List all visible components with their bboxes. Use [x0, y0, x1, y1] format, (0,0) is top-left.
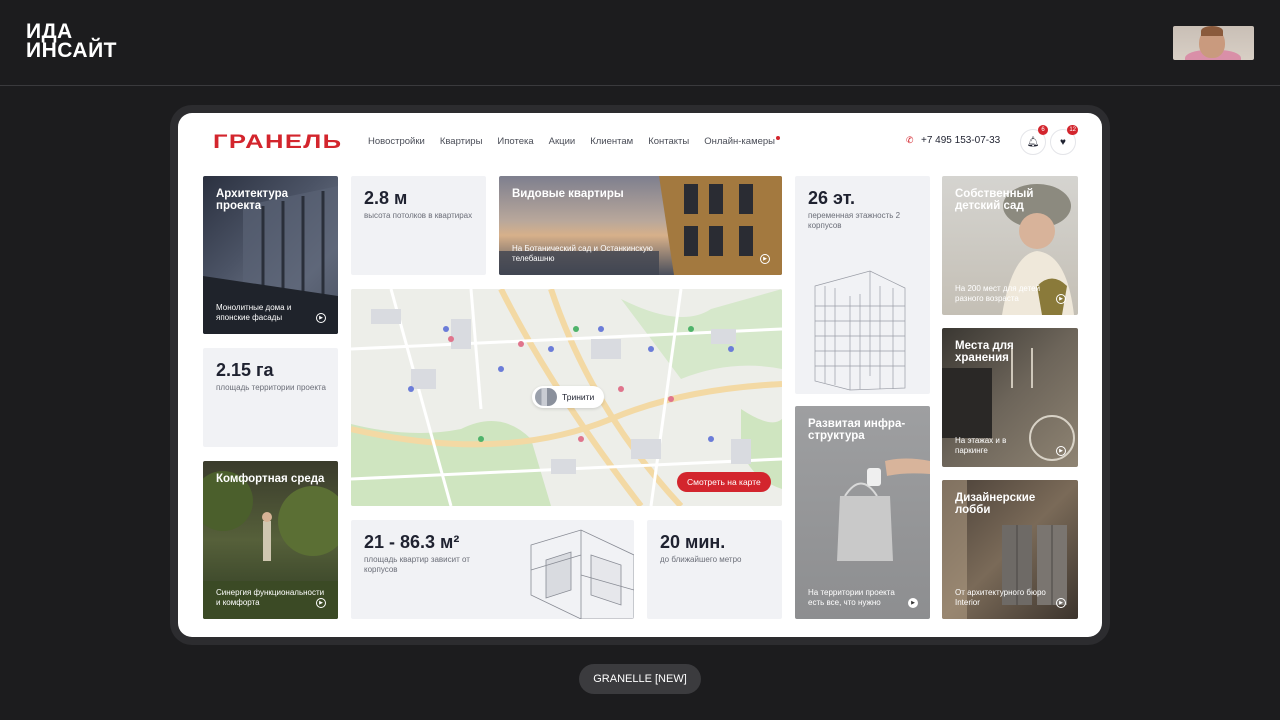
location-map[interactable]: Тринити Смотреть на карте — [351, 289, 782, 506]
stat-label: высота потолков в квартирах — [364, 211, 473, 220]
favorites-button[interactable]: ♥ 12 — [1050, 125, 1078, 155]
brand-line-2: ИНСАЙТ — [26, 39, 117, 62]
card-metro: 20 мин. до ближайшего метро — [647, 520, 782, 619]
website-screen: ГРАНЕЛЬ Новостройки Квартиры Ипотека Акц… — [178, 113, 1102, 637]
card-infrastructure[interactable]: Развитая инфра-структура На территории п… — [795, 406, 930, 619]
heart-icon: ♥ — [1060, 136, 1066, 148]
card-apartment-area: 21 - 86.3 м² площадь квартир зависит от … — [351, 520, 634, 619]
nav-item-online-cameras-label: Онлайн-камеры — [704, 136, 776, 147]
building-thumbnail — [535, 388, 557, 406]
card-architecture[interactable]: Архитектура проекта Монолитные дома и яп… — [203, 176, 338, 334]
play-icon[interactable]: ▶ — [1056, 598, 1066, 608]
nav-item-apartments[interactable]: Квартиры — [440, 136, 483, 147]
nav-item-new-buildings[interactable]: Новостройки — [368, 136, 425, 147]
nav-item-clients[interactable]: Клиентам — [590, 136, 633, 147]
view-on-map-button[interactable]: Смотреть на карте — [677, 472, 771, 492]
card-view-apartments[interactable]: Видовые квартиры На Ботанический сад и О… — [499, 176, 782, 275]
presentation-header: ИДА ИНСАЙТ — [0, 0, 1280, 86]
stat-value: 20 мин. — [660, 532, 726, 552]
play-icon[interactable]: ▶ — [316, 313, 326, 323]
play-icon[interactable]: ▶ — [1056, 446, 1066, 456]
stat-label: площадь территории проекта — [216, 383, 326, 392]
card-title: Комфортная среда — [216, 473, 325, 485]
card-subtitle: От архитектурного бюро Interior — [955, 588, 1046, 607]
notifications-button[interactable]: 🔔︎ 6 — [1020, 125, 1048, 155]
bell-icon: 🔔︎ — [1026, 136, 1040, 148]
stat-value: 2.15 га — [216, 360, 274, 380]
card-title: Развитая инфра-структура — [808, 418, 906, 442]
card-comfort[interactable]: Комфортная среда Синергия функциональнос… — [203, 461, 338, 619]
card-title: Видовые квартиры — [512, 188, 624, 200]
map-marker-label: Тринити — [562, 392, 595, 402]
phone-number: +7 495 153-07-33 — [921, 135, 1001, 146]
favorites-badge: 12 — [1067, 125, 1078, 135]
phone-icon: ✆ — [906, 135, 914, 145]
live-dot-icon — [776, 136, 781, 140]
card-territory-area: 2.15 га площадь территории проекта — [203, 348, 338, 447]
nav-item-online-cameras[interactable]: Онлайн-камеры — [704, 136, 781, 147]
stat-value: 2.8 м — [364, 188, 408, 208]
card-kindergarten[interactable]: Собственный детский сад На 200 мест для … — [942, 176, 1078, 315]
nav-item-mortgage[interactable]: Ипотека — [497, 136, 533, 147]
card-subtitle: На Ботанический сад и Останкинскую телеб… — [512, 244, 653, 263]
floorplan-sketch-image — [530, 529, 634, 619]
play-icon[interactable]: ▶ — [316, 598, 326, 608]
tower-sketch-image — [814, 270, 906, 391]
card-title: Собственный детский сад — [955, 188, 1034, 212]
slide-caption: GRANELLE [NEW] — [579, 664, 701, 694]
card-subtitle: Монолитные дома и японские фасады — [216, 303, 292, 322]
card-title: Места для хранения — [955, 340, 1014, 364]
presenter-hair — [1201, 26, 1223, 36]
site-logo[interactable]: ГРАНЕЛЬ — [213, 132, 342, 154]
card-subtitle: На 200 мест для детей разного возраста — [955, 284, 1041, 303]
presenter-brand-logo: ИДА ИНСАЙТ — [26, 21, 117, 62]
stat-label: до ближайшего метро — [660, 555, 742, 564]
card-title: Дизайнерские лобби — [955, 492, 1036, 516]
phone-link[interactable]: ✆ +7 495 153-07-33 — [906, 135, 1000, 146]
card-subtitle: На территории проекта есть все, что нужн… — [808, 588, 895, 607]
play-icon[interactable]: ▶ — [908, 598, 918, 608]
card-floors: 26 эт. переменная этажность 2 корпусов — [795, 176, 930, 394]
notifications-badge: 6 — [1038, 125, 1048, 135]
card-ceiling-height: 2.8 м высота потолков в квартирах — [351, 176, 486, 275]
nav-item-promotions[interactable]: Акции — [549, 136, 576, 147]
card-lobby[interactable]: Дизайнерские лобби От архитектурного бюр… — [942, 480, 1078, 619]
main-navigation: Новостройки Квартиры Ипотека Акции Клиен… — [368, 136, 781, 147]
play-icon[interactable]: ▶ — [760, 254, 770, 264]
play-icon[interactable]: ▶ — [1056, 294, 1066, 304]
card-title: Архитектура проекта — [216, 188, 289, 212]
nav-item-contacts[interactable]: Контакты — [648, 136, 689, 147]
card-subtitle: На этажах и в паркинге — [955, 436, 1007, 455]
map-marker-trinity[interactable]: Тринити — [532, 386, 605, 408]
card-storage[interactable]: Места для хранения На этажах и в паркинг… — [942, 328, 1078, 467]
card-subtitle: Синергия функциональности и комфорта — [216, 588, 325, 607]
presenter-webcam — [1173, 26, 1254, 60]
